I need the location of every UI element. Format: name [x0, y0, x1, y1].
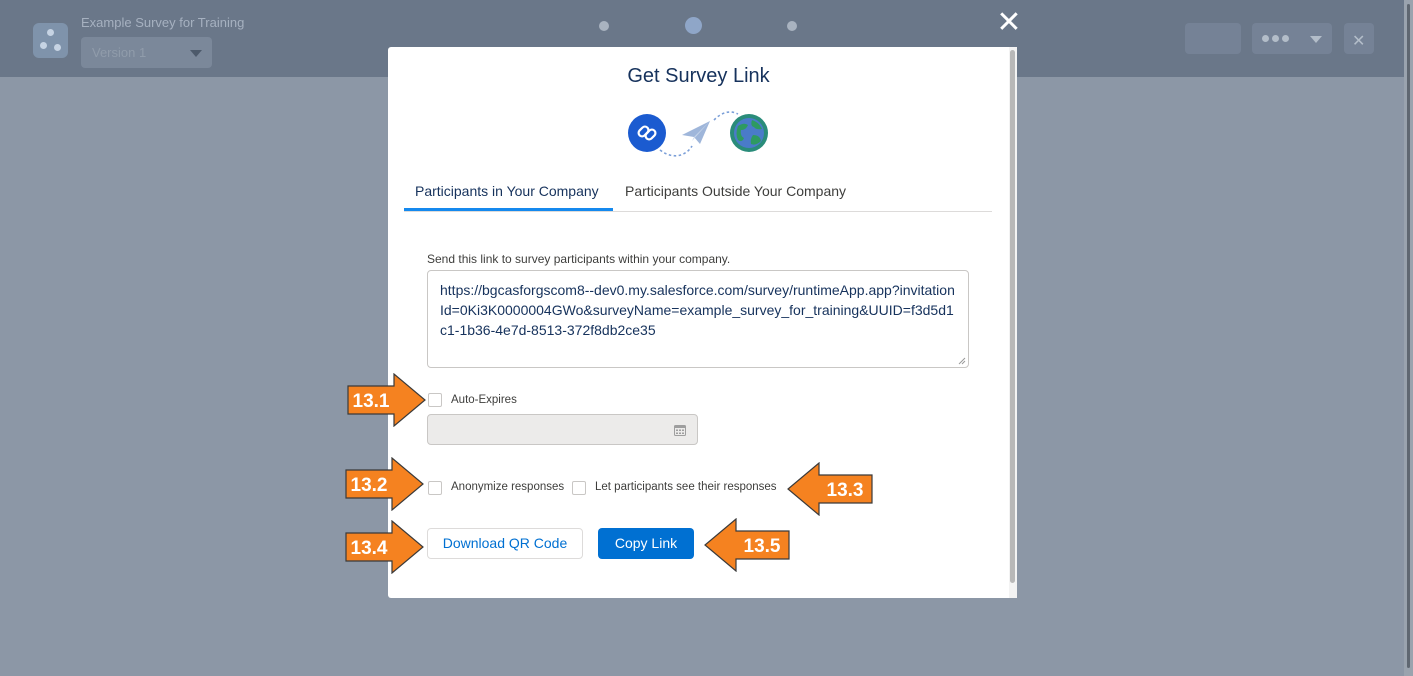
page-scrollbar[interactable]: [1404, 0, 1413, 676]
callout-arrow-13-5: 13.5: [704, 518, 790, 572]
chevron-down-icon: [1310, 36, 1322, 43]
auto-expires-checkbox[interactable]: [428, 393, 442, 407]
anonymize-checkbox[interactable]: [428, 481, 442, 495]
calendar-icon[interactable]: [674, 424, 686, 436]
callout-label-13-4: 13.4: [351, 538, 388, 559]
callout-label-13-5: 13.5: [744, 536, 781, 557]
copy-link-button[interactable]: Copy Link: [598, 528, 694, 559]
tab-participants-in-company[interactable]: Participants in Your Company: [415, 183, 599, 199]
progress-step-1: [599, 21, 609, 31]
callout-arrow-13-4: 13.4: [345, 520, 424, 574]
version-label: Version 1: [92, 45, 147, 60]
let-participants-see-label: Let participants see their responses: [595, 481, 777, 493]
anonymize-label: Anonymize responses: [451, 481, 565, 493]
paper-plane-icon: [682, 121, 710, 144]
modal-scrollbar[interactable]: [1009, 47, 1017, 598]
let-participants-see-checkbox[interactable]: [572, 481, 586, 495]
link-description: Send this link to survey participants wi…: [427, 252, 731, 266]
survey-link-textarea[interactable]: https://bgcasforgscom8--dev0.my.salesfor…: [427, 270, 969, 368]
resize-grip-icon[interactable]: [958, 357, 966, 365]
more-dots-icon: [1262, 35, 1289, 42]
download-qr-code-button[interactable]: Download QR Code: [427, 528, 583, 559]
globe-icon: [730, 114, 768, 152]
progress-step-2: [685, 17, 702, 34]
active-tab-indicator: [404, 208, 613, 211]
survey-link-text: https://bgcasforgscom8--dev0.my.salesfor…: [440, 282, 955, 338]
callout-arrow-13-1: 13.1: [347, 373, 426, 427]
get-survey-link-modal: Get Survey Link Participants in Your Com…: [388, 47, 1017, 598]
callout-label-13-3: 13.3: [827, 480, 864, 501]
callout-arrow-13-2: 13.2: [345, 457, 424, 511]
share-link-illustration: [628, 111, 768, 157]
callout-label-13-1: 13.1: [353, 391, 390, 412]
expiration-date-input[interactable]: [427, 414, 698, 445]
modal-title: Get Survey Link: [627, 65, 770, 87]
version-select[interactable]: Version 1: [81, 37, 212, 68]
tab-participants-outside-company[interactable]: Participants Outside Your Company: [625, 183, 846, 199]
modal-close-button[interactable]: ✕: [993, 7, 1025, 39]
progress-step-3: [787, 21, 797, 31]
auto-expires-label: Auto-Expires: [451, 394, 517, 406]
participant-tabs: Participants in Your Company Participant…: [404, 172, 992, 212]
header-action-button[interactable]: [1185, 23, 1241, 54]
callout-arrow-13-3: 13.3: [787, 462, 873, 516]
close-icon: ✕: [1352, 33, 1366, 50]
link-icon: [628, 114, 666, 152]
survey-title: Example Survey for Training: [81, 15, 245, 30]
callout-label-13-2: 13.2: [351, 475, 388, 496]
chevron-down-icon: [190, 50, 202, 57]
survey-app-icon: [33, 23, 68, 58]
